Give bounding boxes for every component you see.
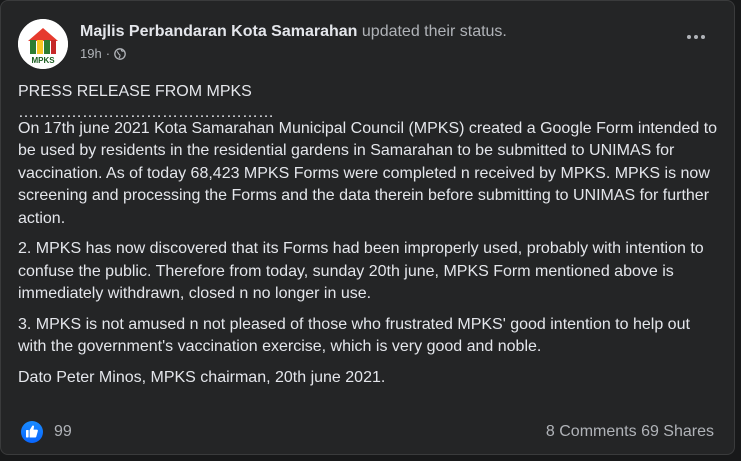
post-meta: 19h · xyxy=(80,46,126,61)
meta-separator: · xyxy=(105,46,111,61)
engagement-stats: 8 Comments 69 Shares xyxy=(546,423,714,441)
author-line: Majlis Perbandaran Kota Samarahan update… xyxy=(80,23,507,41)
more-options-button[interactable] xyxy=(678,27,714,47)
avatar-text: MPKS xyxy=(31,56,55,65)
shares-link[interactable]: 69 Shares xyxy=(641,423,714,440)
post-footer: 99 8 Comments 69 Shares xyxy=(21,421,714,445)
post-headline: PRESS RELEASE FROM MPKS xyxy=(18,83,252,100)
more-icon xyxy=(687,35,691,39)
like-icon[interactable] xyxy=(21,421,43,443)
reaction-count[interactable]: 99 xyxy=(54,423,72,441)
post-signature: Dato Peter Minos, MPKS chairman, 20th ju… xyxy=(18,368,386,386)
post-time[interactable]: 19h xyxy=(80,46,102,61)
page-avatar[interactable]: MPKS xyxy=(18,19,68,69)
globe-icon xyxy=(114,47,126,60)
comments-link[interactable]: 8 Comments xyxy=(546,423,637,440)
post-header: MPKS Majlis Perbandaran Kota Samarahan u… xyxy=(18,19,714,69)
post-paragraph: 2. MPKS has now discovered that its Form… xyxy=(18,240,704,302)
author-name[interactable]: Majlis Perbandaran Kota Samarahan xyxy=(80,23,357,40)
post-body: PRESS RELEASE FROM MPKS …………………………………………… xyxy=(18,81,718,397)
post-paragraph: On 17th june 2021 Kota Samarahan Municip… xyxy=(18,119,718,227)
post-card: MPKS Majlis Perbandaran Kota Samarahan u… xyxy=(0,0,735,455)
author-action: updated their status. xyxy=(361,23,507,40)
dotted-divider: ………………………………………… xyxy=(18,105,274,118)
post-paragraph: 3. MPKS is not amused n not pleased of t… xyxy=(18,315,690,356)
